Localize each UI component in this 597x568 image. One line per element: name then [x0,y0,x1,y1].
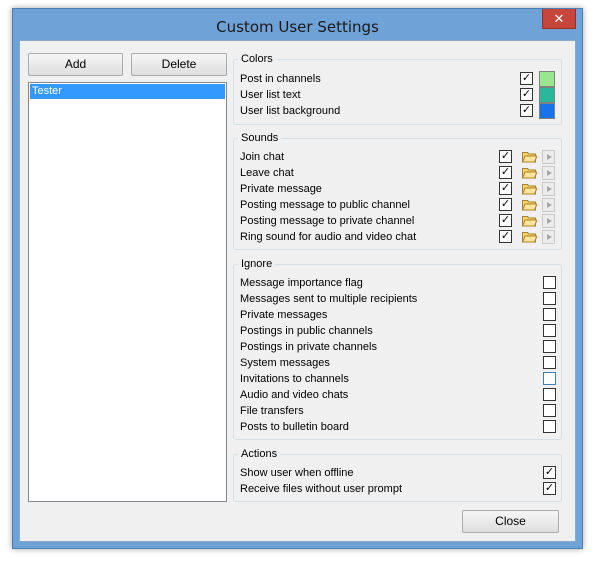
actions-row: Receive files without user prompt ✓ [240,481,561,497]
actions-row: Show user when offline ✓ [240,465,561,481]
folder-icon[interactable] [521,231,538,243]
play-icon[interactable] [542,230,555,244]
play-icon[interactable] [542,150,555,164]
sounds-row: Private message ✓ [240,181,561,197]
window-title: Custom User Settings [216,18,379,36]
ignore-checkbox[interactable] [543,404,556,417]
ignore-checkbox[interactable] [543,292,556,305]
folder-icon[interactable] [521,199,538,211]
title-bar[interactable]: Custom User Settings ✕ [13,9,582,40]
ignore-checkbox[interactable] [543,420,556,433]
ignore-row: Message importance flag [240,275,561,291]
delete-button[interactable]: Delete [131,53,227,76]
sounds-row: Leave chat ✓ [240,165,561,181]
close-button[interactable]: Close [462,510,559,533]
actions-label: Show user when offline [240,467,354,479]
colors-checkbox[interactable]: ✓ [520,104,533,117]
actions-label: Receive files without user prompt [240,483,403,495]
folder-icon[interactable] [521,167,538,179]
ignore-label: Invitations to channels [240,373,349,385]
sounds-label: Join chat [240,151,285,163]
sounds-label: Private message [240,183,322,195]
colors-label: User list background [240,105,341,117]
sounds-row: Posting message to private channel ✓ [240,213,561,229]
actions-checkbox[interactable]: ✓ [543,482,556,495]
sounds-row: Join chat ✓ [240,149,561,165]
colors-group-title: Colors [238,52,276,66]
colors-group: Colors Post in channels ✓ User list text ✓ U… [233,52,562,125]
ignore-label: Postings in public channels [240,325,373,337]
colors-label: Post in channels [240,73,321,85]
ignore-checkbox[interactable] [543,324,556,337]
sounds-label: Posting message to private channel [240,215,415,227]
ignore-label: Audio and video chats [240,389,349,401]
ignore-label: System messages [240,357,330,369]
sounds-label: Leave chat [240,167,294,179]
ignore-row: Private messages [240,307,561,323]
actions-group-title: Actions [238,447,281,461]
play-icon[interactable] [542,214,555,228]
sounds-group-title: Sounds [238,131,282,145]
ignore-row: Audio and video chats [240,387,561,403]
sounds-group: Sounds Join chat ✓ Leave chat ✓ Private mess… [233,131,562,250]
sounds-checkbox[interactable]: ✓ [499,166,512,179]
ignore-row: Posts to bulletin board [240,419,561,435]
sounds-checkbox[interactable]: ✓ [499,198,512,211]
sounds-label: Posting message to public channel [240,199,410,211]
colors-row: Post in channels ✓ [240,71,561,87]
actions-group: Actions Show user when offline ✓ Receive f… [233,447,562,502]
dialog-window: Custom User Settings ✕ Add Delete Tester… [12,8,583,549]
actions-checkbox[interactable]: ✓ [543,466,556,479]
play-icon[interactable] [542,166,555,180]
sounds-checkbox[interactable]: ✓ [499,230,512,243]
ignore-label: Messages sent to multiple recipients [240,293,418,305]
colors-color-swatch[interactable] [539,71,555,87]
ignore-row: Postings in public channels [240,323,561,339]
colors-checkbox[interactable]: ✓ [520,88,533,101]
colors-row: User list background ✓ [240,103,561,119]
ignore-row: Postings in private channels [240,339,561,355]
colors-checkbox[interactable]: ✓ [520,72,533,85]
folder-icon[interactable] [521,151,538,163]
sounds-checkbox[interactable]: ✓ [499,150,512,163]
ignore-group-title: Ignore [238,257,276,271]
ignore-row: Messages sent to multiple recipients [240,291,561,307]
ignore-row: File transfers [240,403,561,419]
user-list-item[interactable]: Tester [30,84,225,99]
ignore-checkbox[interactable] [543,276,556,289]
ignore-checkbox[interactable] [543,356,556,369]
sounds-row: Posting message to public channel ✓ [240,197,561,213]
ignore-checkbox[interactable] [543,308,556,321]
folder-icon[interactable] [521,215,538,227]
ignore-row: Invitations to channels [240,371,561,387]
ignore-checkbox[interactable] [543,372,556,385]
ignore-label: Posts to bulletin board [240,421,349,433]
add-button[interactable]: Add [28,53,123,76]
ignore-label: Postings in private channels [240,341,377,353]
dialog-body: Add Delete Tester Colors Post in channel… [19,40,576,542]
play-icon[interactable] [542,198,555,212]
ignore-label: Private messages [240,309,328,321]
sounds-label: Ring sound for audio and video chat [240,231,417,243]
sounds-row: Ring sound for audio and video chat ✓ [240,229,561,245]
colors-color-swatch[interactable] [539,87,555,103]
folder-icon[interactable] [521,183,538,195]
colors-row: User list text ✓ [240,87,561,103]
ignore-label: File transfers [240,405,304,417]
ignore-checkbox[interactable] [543,340,556,353]
user-list[interactable]: Tester [28,82,227,502]
ignore-label: Message importance flag [240,277,363,289]
play-icon[interactable] [542,182,555,196]
ignore-group: Ignore Message importance flag Messages s… [233,257,562,440]
ignore-checkbox[interactable] [543,388,556,401]
sounds-checkbox[interactable]: ✓ [499,182,512,195]
colors-color-swatch[interactable] [539,103,555,119]
ignore-row: System messages [240,355,561,371]
colors-label: User list text [240,89,301,101]
window-close-button[interactable]: ✕ [542,9,576,29]
sounds-checkbox[interactable]: ✓ [499,214,512,227]
